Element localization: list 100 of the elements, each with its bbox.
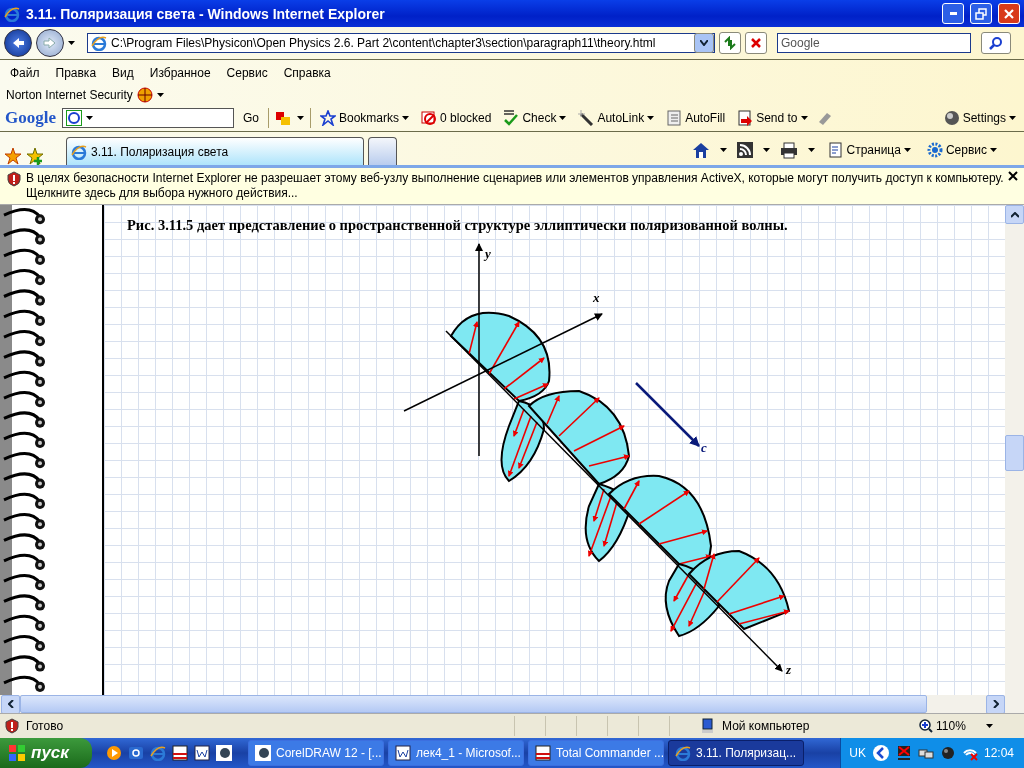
menu-item[interactable]: Сервис	[218, 65, 276, 80]
browser-icon	[4, 5, 20, 22]
axis-label: z	[786, 662, 792, 677]
axis-label: c	[701, 440, 707, 455]
add-favorite-icon	[26, 147, 44, 165]
window-title: 3.11. Поляризация света - Windows Internet Explorer	[26, 5, 386, 22]
caret-icon	[1009, 116, 1016, 120]
forward-button[interactable]	[36, 29, 64, 57]
caret-icon	[297, 116, 304, 120]
status-text: Готово	[26, 719, 65, 733]
restore-button[interactable]	[970, 3, 992, 24]
caret-icon	[762, 148, 770, 152]
taskbar-button[interactable]: CorelDRAW 12 - [...	[248, 740, 384, 766]
back-button[interactable]	[4, 29, 32, 57]
back-arrow-icon	[11, 36, 25, 50]
shield-icon	[6, 171, 22, 187]
globe-icon	[136, 87, 153, 103]
scrollbar-thumb[interactable]	[1005, 435, 1024, 471]
caret-icon	[86, 116, 93, 120]
close-icon	[1008, 171, 1018, 181]
refresh-button[interactable]	[719, 32, 741, 54]
media-player-icon	[106, 745, 122, 761]
minimize-icon	[949, 12, 957, 15]
refresh-arrows-icon	[723, 36, 737, 50]
security-zone: Мой компьютер	[722, 719, 811, 733]
browser-icon	[71, 143, 87, 160]
caret-icon	[990, 148, 997, 152]
toolbar-search-field[interactable]	[62, 108, 234, 128]
figure-caption: Рис. 3.11.5 дает представление о пространственной структуре эллиптически поляризованной волны.	[127, 217, 789, 234]
chevron-down-icon	[700, 40, 708, 46]
browser-icon	[675, 745, 691, 761]
close-button[interactable]	[998, 3, 1020, 24]
taskbar-button[interactable]: лек4_1 - Microsof...	[388, 740, 524, 766]
address-field[interactable]: C:\Program Files\Physicon\Open Physics 2.6. Part 2\content\chapter3\section\paragraph11\theory.html	[87, 33, 715, 53]
address-input[interactable]: C:\Program Files\Physicon\Open Physics 2.6. Part 2\content\chapter3\section\paragraph11\theory.html	[111, 36, 690, 50]
chevron-up-icon	[1010, 211, 1019, 218]
speaker-icon	[939, 745, 956, 761]
favorites-star-icon	[4, 147, 22, 165]
browser-icon	[150, 745, 166, 761]
chevron-left-icon	[7, 700, 14, 708]
browser-tab[interactable]: 3.11. Поляризация света	[66, 137, 364, 165]
stop-button[interactable]	[745, 32, 767, 54]
menu-item[interactable]: Вид	[104, 65, 142, 80]
form-icon	[666, 110, 683, 126]
security-message: В целях безопасности Internet Explorer не разрешает этому веб-узлу выполнение сценариев или элементов управления ActiveX, которые могут получить доступ к компьютеру. Щелкните здесь для выбора нужного действия...	[26, 171, 1004, 201]
menu-item[interactable]: Справка	[275, 65, 339, 80]
windows-logo-icon	[8, 744, 26, 762]
document-icon	[194, 745, 210, 761]
scroll-up-button[interactable]	[1005, 205, 1024, 224]
minimize-button[interactable]	[942, 3, 964, 24]
caret-icon	[807, 148, 815, 152]
page-menu-button[interactable]: Страница	[824, 142, 914, 158]
information-bar[interactable]	[0, 168, 1024, 205]
page-icon	[827, 142, 844, 158]
chevron-right-icon	[992, 700, 999, 708]
caret-icon	[719, 148, 727, 152]
rss-feed-icon	[736, 142, 753, 158]
shield-icon	[4, 718, 20, 734]
eraser-icon	[816, 110, 833, 126]
zoom-button[interactable]: 110%	[916, 719, 996, 733]
search-engine-logo: Google	[5, 108, 56, 128]
magic-wand-icon	[578, 110, 595, 126]
send-document-icon	[737, 110, 754, 126]
menu-item[interactable]: Избранное	[141, 65, 219, 80]
spell-check-icon	[503, 110, 520, 126]
search-button[interactable]	[981, 32, 1011, 54]
clock: 12:04	[983, 746, 1014, 760]
blocked-window-icon	[421, 110, 438, 126]
zoom-in-icon	[919, 719, 933, 733]
toolbar-button[interactable]: AutoFill	[663, 110, 729, 126]
menu-item[interactable]: Файл	[2, 65, 48, 80]
new-tab-button[interactable]	[368, 137, 397, 165]
toolbar-button[interactable]: Bookmarks	[317, 110, 413, 126]
caret-icon	[68, 41, 75, 45]
axis-label: x	[593, 290, 600, 305]
vertical-scrollbar[interactable]	[1005, 205, 1024, 695]
start-button[interactable]: пуск	[0, 738, 92, 768]
tools-menu-button[interactable]: Сервис	[923, 142, 1000, 158]
taskbar-button[interactable]: 3.11. Поляризац...	[668, 740, 804, 766]
puzzle-blocks-icon	[275, 110, 291, 126]
taskbar-button[interactable]: Total Commander ...	[528, 740, 664, 766]
toolbar-button[interactable]: AutoLink	[575, 110, 658, 126]
printer-icon	[779, 141, 798, 159]
search-icon	[989, 36, 1003, 50]
caret-icon	[903, 148, 911, 152]
chevron-left-icon	[871, 744, 890, 762]
go-button[interactable]: Go	[240, 111, 262, 125]
settings-button[interactable]: Settings	[940, 110, 1019, 126]
toolbar-button[interactable]: Send to	[734, 110, 811, 126]
toolbar-button[interactable]: 0 blocked	[418, 110, 495, 126]
ball-icon	[943, 110, 960, 126]
computer-icon	[700, 718, 716, 734]
network-error-icon	[895, 745, 912, 761]
toolbar-label: Norton Internet Security	[6, 88, 133, 102]
gear-icon	[926, 142, 943, 158]
menu-item[interactable]: Правка	[47, 65, 105, 80]
forward-arrow-icon	[43, 36, 57, 50]
caret-icon	[986, 724, 993, 728]
toolbar-button[interactable]: Check	[500, 110, 570, 126]
dropdown-button[interactable]	[694, 33, 714, 53]
